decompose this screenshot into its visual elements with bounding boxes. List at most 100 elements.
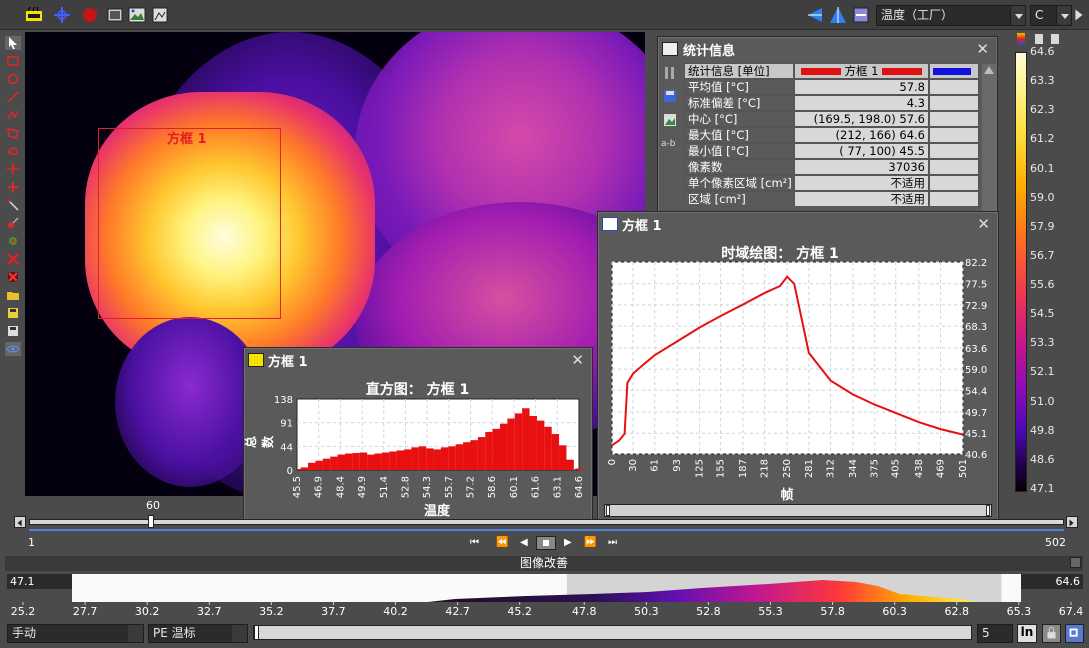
range-high-field[interactable]: 64.6 [1021,574,1083,589]
image-icon[interactable] [663,113,677,127]
axis-tick-label: 27.7 [73,605,98,618]
main-toolbar: 温度（工厂） C [0,0,1089,30]
pointer-icon[interactable] [5,36,21,50]
palette-icon[interactable] [1017,33,1025,45]
flag-icon[interactable] [805,5,825,25]
settings-icon[interactable] [1065,624,1084,643]
triangle-icon[interactable] [828,5,848,25]
x-tick-label: 60.1 [509,476,520,498]
isotherm-tool-icon[interactable] [5,216,21,230]
table-cell-label: 最小值 [°C] [684,143,794,159]
timeline-right-icon[interactable] [1066,516,1078,528]
close-icon[interactable]: ✕ [571,351,584,369]
unit-select[interactable]: C [1030,5,1072,26]
spot-tool-icon[interactable] [5,162,21,176]
timeline-track[interactable] [29,519,1064,525]
step-back-icon[interactable]: ◀ [520,537,528,548]
timeline-left-icon[interactable] [14,516,26,528]
close-icon[interactable]: ✕ [976,40,989,58]
polyline-tool-icon[interactable] [5,108,21,122]
timeline: 60 1 502 ⏮ ⏪ ◀ ▶ ⏩ ⏭ [10,499,1078,552]
open-folder-icon[interactable] [5,288,21,302]
image-icon[interactable] [127,5,147,25]
pause-icon[interactable] [663,65,677,81]
x-tick-label: 61 [650,459,661,472]
axis-tick-label: 47.8 [572,605,597,618]
first-frame-icon[interactable]: ⏮ [470,537,479,548]
x-tick-label: 51.4 [379,476,390,498]
palette-mode-select[interactable]: PE 温标 [148,624,248,643]
line-tool-icon[interactable] [5,90,21,104]
polygon-tool-icon[interactable] [5,126,21,140]
color-picker-icon[interactable] [5,234,21,248]
x-tick-label: 375 [870,459,881,478]
x-tick-label: 48.4 [335,476,346,498]
mode-select[interactable]: 手动 [7,624,144,643]
series-color-swatch [882,68,923,75]
enhancement-slider[interactable] [253,625,972,640]
y-tick-label: 138 [274,395,293,406]
scale-up-icon[interactable] [1035,34,1043,44]
delete-icon[interactable] [5,252,21,266]
crosshair-icon[interactable] [52,5,72,25]
color-scale-label: 48.6 [1030,452,1055,466]
color-scale-label: 55.6 [1030,278,1055,292]
palette-mode-value: PE 温标 [153,626,196,640]
ellipse-tool-icon[interactable] [5,72,21,86]
histogram-bar [389,451,397,470]
record-icon[interactable] [80,5,100,25]
table-row: 最大值 [°C] (212, 166) 64.6 [684,127,981,143]
step-select[interactable]: 5 [977,624,1013,643]
ln-button[interactable]: ln [1017,624,1037,643]
rewind-icon[interactable]: ⏪ [496,537,508,548]
table-cell-empty [929,79,979,95]
save-layout-icon[interactable] [5,306,21,320]
chevron-down-icon [232,625,247,642]
roi-label: 方框 1 [167,132,207,147]
color-scale-label: 49.8 [1030,423,1055,437]
scroll-right-icon[interactable] [1071,5,1087,25]
fast-forward-icon[interactable]: ⏩ [584,537,596,548]
collapse-icon[interactable] [1070,557,1081,568]
palette-icon[interactable] [851,5,871,25]
y-tick-label: 72.9 [965,301,987,312]
timeline-end: 502 [1045,536,1066,549]
delete-all-icon[interactable] [5,270,21,284]
x-tick-label: 63.1 [552,476,563,498]
rectangle-tool-icon[interactable] [5,54,21,68]
play-icon[interactable]: ▶ [564,537,572,548]
scroll-up-icon[interactable] [984,66,994,74]
camera-connect-icon[interactable] [24,5,44,25]
last-frame-icon[interactable]: ⏭ [608,537,617,548]
snapshot-icon[interactable] [150,5,170,25]
enhancement-histogram[interactable] [72,574,1021,602]
histogram-window-title: 方框 1 [268,354,308,370]
timeline-handle[interactable] [148,515,154,528]
histogram-bar [404,449,412,470]
color-scale-bar[interactable] [1015,52,1027,492]
save-icon[interactable] [663,89,677,103]
frame-icon[interactable] [105,5,125,25]
scale-down-icon[interactable] [1051,34,1059,44]
table-header-roi[interactable]: 方框 1 [794,63,929,79]
histogram-bar [440,447,449,470]
roi-box[interactable] [98,128,281,319]
stats-panel-header: 统计信息 [658,37,997,61]
measure-tool-icon[interactable] [5,198,21,212]
table-cell-empty [929,159,979,175]
stats-scrollbar[interactable] [982,64,996,214]
freeform-tool-icon[interactable] [5,144,21,158]
eye-icon[interactable] [5,342,21,356]
palette-select[interactable]: 温度（工厂） [876,5,1026,26]
table-cell-value: 37036 [794,159,929,175]
lock-icon[interactable] [1042,624,1061,643]
enhancement-slider-handle[interactable] [254,625,259,640]
spot-cross-icon[interactable] [5,180,21,194]
range-low-field[interactable]: 47.1 [7,574,72,589]
axis-tick-label: 37.7 [321,605,346,618]
color-scale-label: 47.1 [1030,482,1055,495]
table-cell-label: 最大值 [°C] [684,127,794,143]
save-icon[interactable] [5,324,21,338]
close-icon[interactable]: ✕ [977,215,990,233]
stop-icon[interactable] [536,536,556,550]
